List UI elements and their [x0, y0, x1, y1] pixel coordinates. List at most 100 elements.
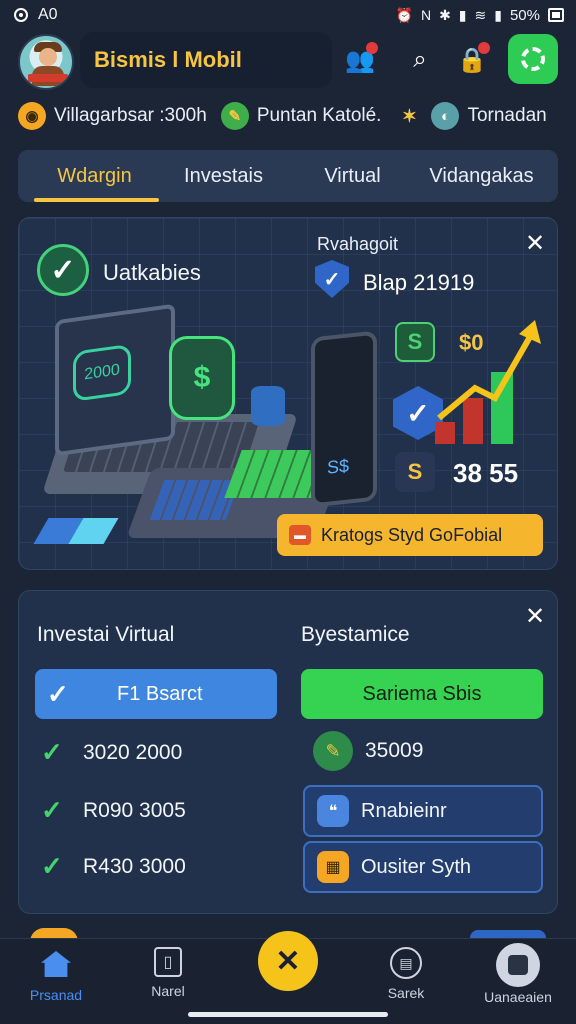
app-title: Bismis l Mobil [94, 47, 242, 72]
home-icon [39, 947, 73, 981]
avatar-face [39, 48, 57, 66]
list-item-value: 3020 2000 [83, 740, 183, 764]
nav-label: Prsanad [29, 987, 83, 1003]
check-icon: ✓ [37, 244, 89, 296]
promo-title: Uatkabies [103, 260, 201, 285]
select-button[interactable]: ✓ F1 Bsarct [35, 669, 277, 719]
check-icon: ✓ [41, 737, 63, 767]
laptop-screen-illustration: 2000 [55, 303, 175, 457]
phone-illustration: S$ [311, 330, 377, 508]
list-item-value: R430 3000 [83, 854, 186, 878]
status-left-text: A0 [38, 6, 58, 23]
nav-narel[interactable]: ▯ Narel [118, 947, 218, 999]
list-item[interactable]: ✓ R090 3005 [41, 795, 186, 826]
option-label: Rnabieinr [361, 799, 447, 822]
globe-icon: ◐ [431, 102, 460, 130]
nav-sarek[interactable]: ▤ Sarek [356, 947, 456, 1001]
chat-bubble-icon: ▬ [289, 525, 311, 545]
option-ousiter-syth[interactable]: ▦ Ousiter Syth [303, 841, 543, 893]
promo-value: Blap 21919 [363, 270, 475, 295]
calculator-icon: ▤ [390, 947, 422, 979]
search-button[interactable]: ⌕ [400, 40, 440, 80]
avatar-banner [28, 74, 68, 82]
nav-label: Narel [151, 983, 185, 999]
promo-card: ✓ Uatkabies Rvahagoit ✕ ✓ Blap 21919 200… [18, 217, 558, 570]
battery-percent: 50% [509, 6, 540, 24]
blue-keys-illustration [149, 480, 241, 520]
sync-button[interactable] [508, 34, 558, 84]
tab-vidangakas[interactable]: Vidangakas [417, 150, 546, 202]
close-icon[interactable]: ✕ [523, 232, 547, 256]
trend-arrow-icon [437, 320, 541, 421]
nav-label: Uanaeaien [484, 989, 552, 1005]
person-icon: ✕ [275, 944, 301, 978]
tab-bar: Wdargin Investais Virtual Vidangakas [18, 150, 558, 202]
promo-cta-label: Kratogs Styd GoFobial [321, 524, 503, 545]
database-icon [251, 386, 285, 426]
tab-investais[interactable]: Investais [159, 150, 288, 202]
dollar-chip-icon: $ [169, 336, 235, 420]
lock-badge [478, 42, 490, 54]
ticker-item-1[interactable]: ◉ Villagarbsar :300h [18, 102, 207, 130]
profile-icon [496, 943, 540, 987]
wallet-icon: ✎ [313, 731, 353, 771]
nav-center-button[interactable]: ✕ [258, 931, 318, 991]
ticker-label: Puntan Katolé. [256, 105, 382, 126]
balance-value: 35009 [365, 739, 424, 762]
home-indicator[interactable] [188, 1012, 388, 1017]
nav-label: Sarek [387, 985, 425, 1001]
list-item[interactable]: ✓ R430 3000 [41, 851, 186, 882]
ticker-item-3[interactable]: ✶ ◐ Tornadan [395, 102, 547, 130]
avatar[interactable] [18, 34, 74, 90]
pencil-icon: ✎ [220, 102, 249, 130]
promo-subtitle: Rvahagoit [317, 234, 399, 254]
figure-icon: ✶ [401, 105, 418, 126]
investment-card: Investai Virtual Byestamice ✕ ✓ F1 Bsarc… [18, 590, 558, 914]
info-ticker: ◉ Villagarbsar :300h ✎ Puntan Katolé. ✶ … [0, 98, 576, 134]
close-icon[interactable]: ✕ [523, 605, 547, 629]
coin-s-icon: S [395, 452, 435, 492]
alarm-icon: ⏰ [395, 6, 413, 23]
phone-label: S$ [327, 455, 350, 478]
screen-value: 2000 [73, 343, 131, 402]
option-label: Ousiter Syth [361, 855, 472, 878]
promo-cta-button[interactable]: ▬ Kratogs Styd GoFobial [277, 514, 543, 556]
bluetooth-icon: ✱ [439, 6, 451, 23]
record-icon [14, 8, 28, 22]
nav-profile[interactable]: Uanaeaien [468, 943, 568, 1005]
option-rnabieinr[interactable]: ❝ Rnabieinr [303, 785, 543, 837]
wifi-icon: ≋ [474, 6, 487, 23]
ticker-label: Villagarbsar :300h [54, 105, 207, 126]
investment-right-title: Byestamice [301, 623, 410, 646]
start-button[interactable]: Sariema Sbis [301, 669, 543, 719]
ticker-item-2[interactable]: ✎ Puntan Katolé. [220, 102, 382, 130]
check-icon: ✓ [41, 795, 63, 825]
book-icon: ▯ [154, 947, 182, 977]
status-right: ⏰ N ✱ ▮ ≋ ▮ 50% [395, 6, 564, 24]
signal-icon-2: ▮ [494, 6, 502, 23]
notification-badge [366, 42, 378, 54]
balance-row: ✎ 35009 [313, 731, 423, 771]
app-header: Bismis l Mobil 👥 ⌕ 🔒 [0, 30, 576, 92]
tab-wdargin[interactable]: Wdargin [30, 150, 159, 202]
big-value: 38 55 [453, 458, 519, 488]
start-button-label: Sariema Sbis [362, 682, 482, 705]
ticker-label: Tornadan [467, 105, 547, 126]
community-button[interactable]: 👥 [340, 40, 380, 80]
nav-home[interactable]: Prsanad [6, 947, 106, 1003]
investment-left-title: Investai Virtual [37, 623, 175, 646]
tab-virtual[interactable]: Virtual [288, 150, 417, 202]
battery-icon [548, 8, 564, 22]
lock-button[interactable]: 🔒 [452, 40, 492, 80]
sync-icon [521, 47, 545, 71]
chat-icon: ❝ [317, 795, 349, 827]
dollar-s-icon: S [395, 322, 435, 362]
check-icon: ✓ [41, 851, 63, 881]
app-title-box: Bismis l Mobil [80, 32, 332, 88]
check-icon: ✓ [47, 678, 69, 709]
bank-icon: ▦ [317, 851, 349, 883]
coin-icon: ◉ [18, 102, 46, 130]
nfc-icon: N [420, 7, 432, 23]
status-bar: A0 ⏰ N ✱ ▮ ≋ ▮ 50% [0, 0, 576, 30]
list-item[interactable]: ✓ 3020 2000 [41, 737, 182, 768]
